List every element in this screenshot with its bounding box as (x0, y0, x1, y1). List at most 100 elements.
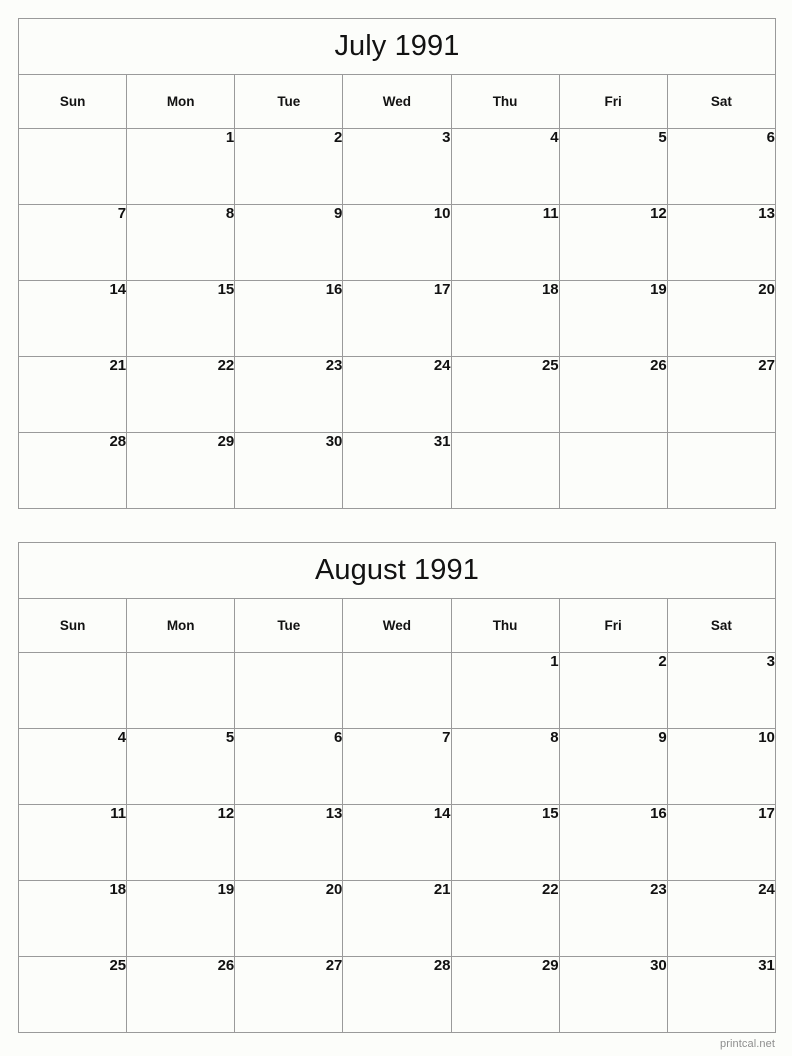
day-cell[interactable]: 18 (450, 280, 560, 357)
day-cell[interactable]: 15 (126, 280, 236, 357)
day-number: 28 (433, 957, 451, 974)
day-cell[interactable]: 11 (450, 204, 560, 281)
day-cell[interactable]: 14 (17, 280, 128, 357)
day-cell[interactable]: 2 (558, 652, 668, 729)
day-cell[interactable]: 19 (558, 280, 668, 357)
day-cell-empty (558, 432, 668, 509)
day-number: 12 (650, 205, 667, 222)
day-cell-empty (126, 652, 236, 729)
day-number: 28 (109, 433, 127, 450)
day-cell[interactable]: 10 (666, 728, 776, 805)
day-cell[interactable]: 6 (234, 728, 344, 805)
day-cell[interactable]: 26 (126, 956, 236, 1033)
day-cell-empty (342, 652, 452, 729)
day-number: 26 (650, 357, 667, 374)
day-number: 25 (541, 357, 559, 374)
day-cell[interactable]: 29 (126, 432, 236, 509)
day-cell[interactable]: 12 (126, 804, 236, 881)
day-cell[interactable]: 28 (17, 432, 128, 509)
day-cell[interactable]: 31 (342, 432, 452, 509)
day-cell[interactable]: 27 (234, 956, 344, 1033)
day-number: 18 (109, 881, 127, 898)
day-number: 3 (766, 653, 775, 670)
month-title-row: August 1991 (18, 542, 776, 599)
day-number: 10 (758, 729, 775, 746)
day-cell[interactable]: 5 (558, 128, 668, 205)
day-cell[interactable]: 14 (342, 804, 452, 881)
day-cell[interactable]: 6 (666, 128, 776, 205)
day-cell-empty (450, 432, 560, 509)
day-cell[interactable]: 7 (17, 204, 128, 281)
day-cell[interactable]: 9 (558, 728, 668, 805)
day-number: 7 (442, 729, 451, 746)
weekday-header-sun: Sun (17, 598, 128, 653)
day-cell[interactable]: 9 (234, 204, 344, 281)
month-title-cell: August 1991 (18, 542, 776, 599)
day-number: 31 (758, 957, 775, 974)
weekday-header-sat: Sat (666, 598, 776, 653)
day-number: 11 (110, 805, 127, 822)
day-cell[interactable]: 3 (666, 652, 776, 729)
day-cell[interactable]: 27 (666, 356, 776, 433)
day-cell[interactable]: 13 (666, 204, 776, 281)
day-cell[interactable]: 11 (17, 804, 128, 881)
day-cell[interactable]: 5 (126, 728, 236, 805)
day-cell[interactable]: 17 (666, 804, 776, 881)
day-number: 2 (658, 653, 667, 670)
day-cell[interactable]: 24 (342, 356, 452, 433)
day-cell[interactable]: 25 (17, 956, 128, 1033)
day-cell[interactable]: 15 (450, 804, 560, 881)
day-number: 18 (541, 281, 559, 298)
day-cell[interactable]: 25 (450, 356, 560, 433)
day-number: 25 (109, 957, 127, 974)
day-cell[interactable]: 7 (342, 728, 452, 805)
day-cell[interactable]: 2 (234, 128, 344, 205)
day-number: 27 (325, 957, 343, 974)
day-cell[interactable]: 13 (234, 804, 344, 881)
day-cell[interactable]: 21 (17, 356, 128, 433)
day-cell[interactable]: 30 (558, 956, 668, 1033)
weekday-header-mon: Mon (126, 74, 236, 129)
day-number: 4 (550, 129, 559, 146)
day-cell[interactable]: 23 (558, 880, 668, 957)
day-cell[interactable]: 26 (558, 356, 668, 433)
day-cell[interactable]: 17 (342, 280, 452, 357)
day-number: 29 (217, 433, 235, 450)
day-cell[interactable]: 4 (17, 728, 128, 805)
day-cell[interactable]: 8 (450, 728, 560, 805)
weekday-header-wed: Wed (342, 598, 452, 653)
weekday-header-tue: Tue (234, 598, 344, 653)
day-cell[interactable]: 23 (234, 356, 344, 433)
day-cell[interactable]: 20 (234, 880, 344, 957)
day-cell[interactable]: 16 (234, 280, 344, 357)
weekday-header-wed: Wed (342, 74, 452, 129)
day-cell[interactable]: 4 (450, 128, 560, 205)
day-number: 7 (117, 205, 127, 222)
day-number: 16 (650, 805, 667, 822)
day-cell[interactable]: 31 (666, 956, 776, 1033)
day-number: 1 (550, 653, 559, 670)
day-cell[interactable]: 22 (126, 356, 236, 433)
day-cell[interactable]: 19 (126, 880, 236, 957)
day-cell[interactable]: 20 (666, 280, 776, 357)
day-cell[interactable]: 10 (342, 204, 452, 281)
week-row: 1 2 3 4 5 6 (17, 128, 776, 205)
day-cell[interactable]: 21 (342, 880, 452, 957)
day-number: 5 (658, 129, 667, 146)
day-number: 9 (334, 205, 343, 222)
day-cell[interactable]: 12 (558, 204, 668, 281)
day-cell[interactable]: 18 (17, 880, 128, 957)
weekday-header-row: Sun Mon Tue Wed Thu Fri Sat (17, 598, 776, 653)
day-cell[interactable]: 16 (558, 804, 668, 881)
day-cell[interactable]: 22 (450, 880, 560, 957)
day-cell[interactable]: 24 (666, 880, 776, 957)
day-number: 19 (650, 281, 667, 298)
day-cell[interactable]: 28 (342, 956, 452, 1033)
day-cell[interactable]: 30 (234, 432, 344, 509)
day-cell[interactable]: 8 (126, 204, 236, 281)
day-number: 29 (541, 957, 559, 974)
day-cell[interactable]: 1 (126, 128, 236, 205)
day-cell[interactable]: 29 (450, 956, 560, 1033)
day-cell[interactable]: 1 (450, 652, 560, 729)
day-cell[interactable]: 3 (342, 128, 452, 205)
